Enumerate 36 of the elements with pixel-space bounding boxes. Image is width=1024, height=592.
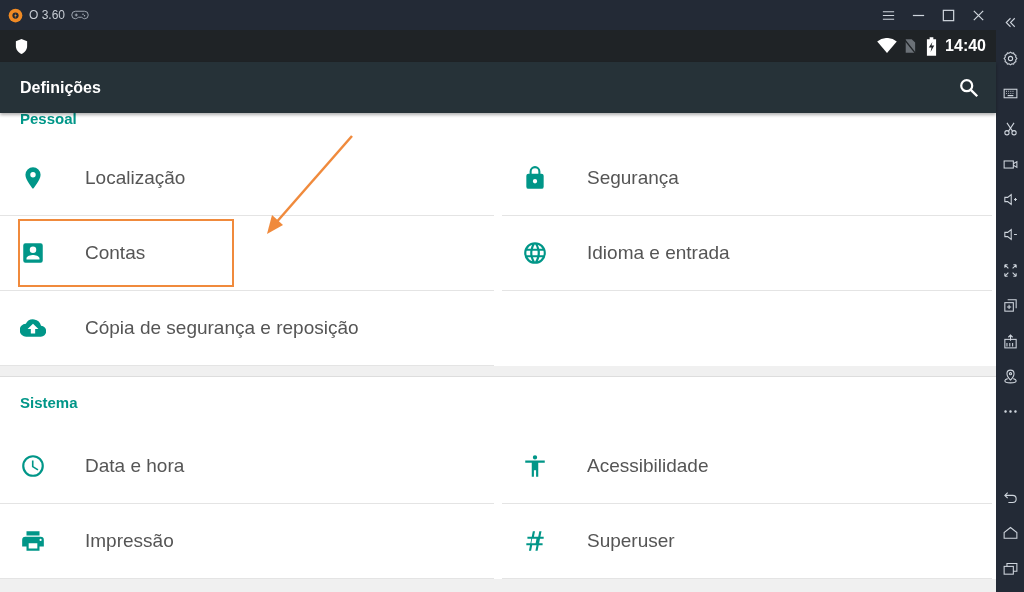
maximize-icon[interactable] (941, 7, 956, 23)
settings-item[interactable]: Impressão (0, 504, 174, 578)
screen-title: Definições (20, 78, 101, 97)
emulator-version: O 3.60 (29, 8, 66, 22)
section-header: Pessoal (19, 113, 78, 129)
section-header: Sistema (19, 393, 79, 413)
globe-icon (522, 240, 548, 266)
settings-item[interactable]: Acessibilidade (502, 429, 709, 503)
settings-item[interactable]: Superuser (502, 504, 675, 578)
volume-up-icon[interactable] (1001, 191, 1019, 209)
account-box-icon (20, 240, 46, 266)
volume-down-icon[interactable] (1001, 226, 1019, 244)
add-window-icon[interactable] (1001, 297, 1019, 315)
clock-icon (20, 453, 46, 479)
app-logo-icon (8, 7, 23, 23)
scissors-icon[interactable] (1001, 120, 1019, 138)
accessibility-icon (522, 453, 548, 479)
location-icon[interactable] (1001, 367, 1019, 385)
wifi-icon (876, 38, 899, 54)
battery-charging-icon (926, 36, 938, 56)
settings-item[interactable]: Cópia de segurança e reposição (0, 291, 359, 365)
gamepad-icon[interactable] (71, 9, 90, 21)
settings-item[interactable]: Data e hora (0, 429, 185, 503)
settings-item[interactable]: Idioma e entrada (502, 216, 730, 290)
fullscreen-icon[interactable] (1001, 261, 1019, 279)
search-icon[interactable] (958, 76, 980, 99)
settings-item[interactable]: Localização (0, 141, 186, 215)
home-icon[interactable] (1001, 524, 1019, 542)
shield-icon (14, 37, 29, 55)
apk-install-icon[interactable] (1001, 332, 1019, 350)
settings-item[interactable]: Segurança (502, 141, 679, 215)
settings-icon[interactable] (1001, 49, 1019, 67)
no-sim-icon (904, 38, 917, 54)
settings-item[interactable]: Contas (0, 216, 146, 290)
printer-icon (20, 528, 46, 554)
clock-time: 14:40 (945, 37, 986, 55)
